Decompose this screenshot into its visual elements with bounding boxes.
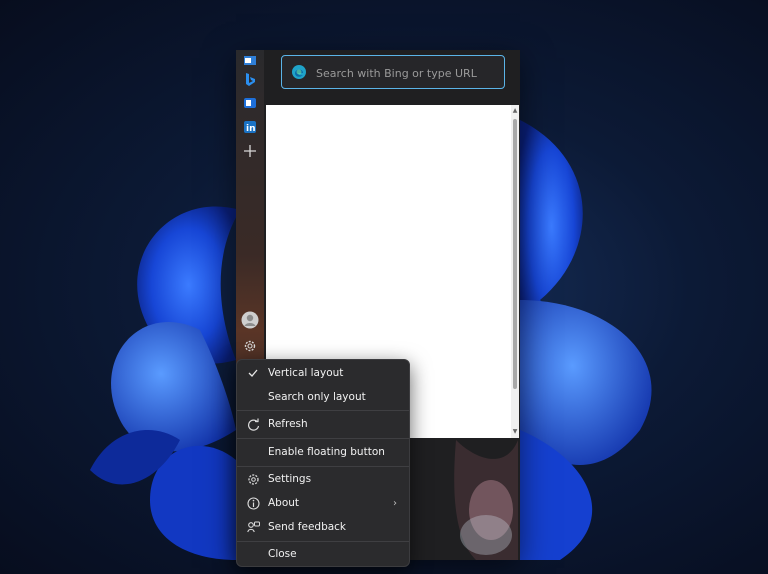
- menu-item-settings[interactable]: Settings: [237, 468, 409, 490]
- menu-item-search-only-layout[interactable]: Search only layout: [237, 386, 409, 408]
- search-box[interactable]: [281, 55, 505, 89]
- menu-separator: [237, 466, 409, 467]
- menu-item-label: Search only layout: [268, 391, 366, 403]
- linkedin-icon[interactable]: in: [240, 117, 260, 137]
- menu-item-label: Send feedback: [268, 521, 347, 533]
- gear-icon[interactable]: [240, 336, 260, 356]
- office-icon[interactable]: [240, 93, 260, 113]
- check-icon: [245, 365, 261, 381]
- menu-item-refresh[interactable]: Refresh: [237, 413, 409, 435]
- menu-item-label: Settings: [268, 473, 312, 485]
- menu-separator: [237, 438, 409, 439]
- bing-icon[interactable]: [240, 70, 260, 90]
- outlook-icon[interactable]: [240, 50, 260, 70]
- profile-icon[interactable]: [240, 310, 260, 330]
- menu-item-label: Close: [268, 548, 297, 560]
- vertical-scrollbar[interactable]: ▲ ▼: [511, 105, 519, 438]
- menu-item-send-feedback[interactable]: Send feedback: [237, 516, 409, 538]
- add-icon[interactable]: [240, 141, 260, 161]
- menu-item-label: About: [268, 497, 300, 509]
- menu-item-enable-floating-button[interactable]: Enable floating button: [237, 441, 409, 463]
- scroll-up-arrow[interactable]: ▲: [511, 107, 519, 115]
- menu-item-vertical-layout[interactable]: Vertical layout: [237, 362, 409, 384]
- menu-item-about[interactable]: About ›: [237, 492, 409, 514]
- settings-context-menu: Vertical layout Search only layout Refre…: [236, 359, 410, 567]
- menu-item-label: Enable floating button: [268, 446, 385, 458]
- svg-text:in: in: [246, 124, 256, 134]
- scroll-thumb[interactable]: [513, 119, 517, 389]
- menu-separator: [237, 541, 409, 542]
- scroll-down-arrow[interactable]: ▼: [511, 428, 519, 436]
- refresh-icon: [245, 416, 261, 432]
- edge-icon: [291, 64, 307, 80]
- feedback-icon: [245, 519, 261, 535]
- menu-item-label: Refresh: [268, 418, 308, 430]
- wallpaper-glass-shape: [454, 440, 518, 560]
- menu-separator: [237, 410, 409, 411]
- gear-icon: [245, 471, 261, 487]
- search-input[interactable]: [314, 64, 498, 82]
- menu-item-label: Vertical layout: [268, 367, 344, 379]
- chevron-right-icon: ›: [393, 497, 397, 509]
- menu-item-close[interactable]: Close: [237, 543, 409, 565]
- info-icon: [245, 495, 261, 511]
